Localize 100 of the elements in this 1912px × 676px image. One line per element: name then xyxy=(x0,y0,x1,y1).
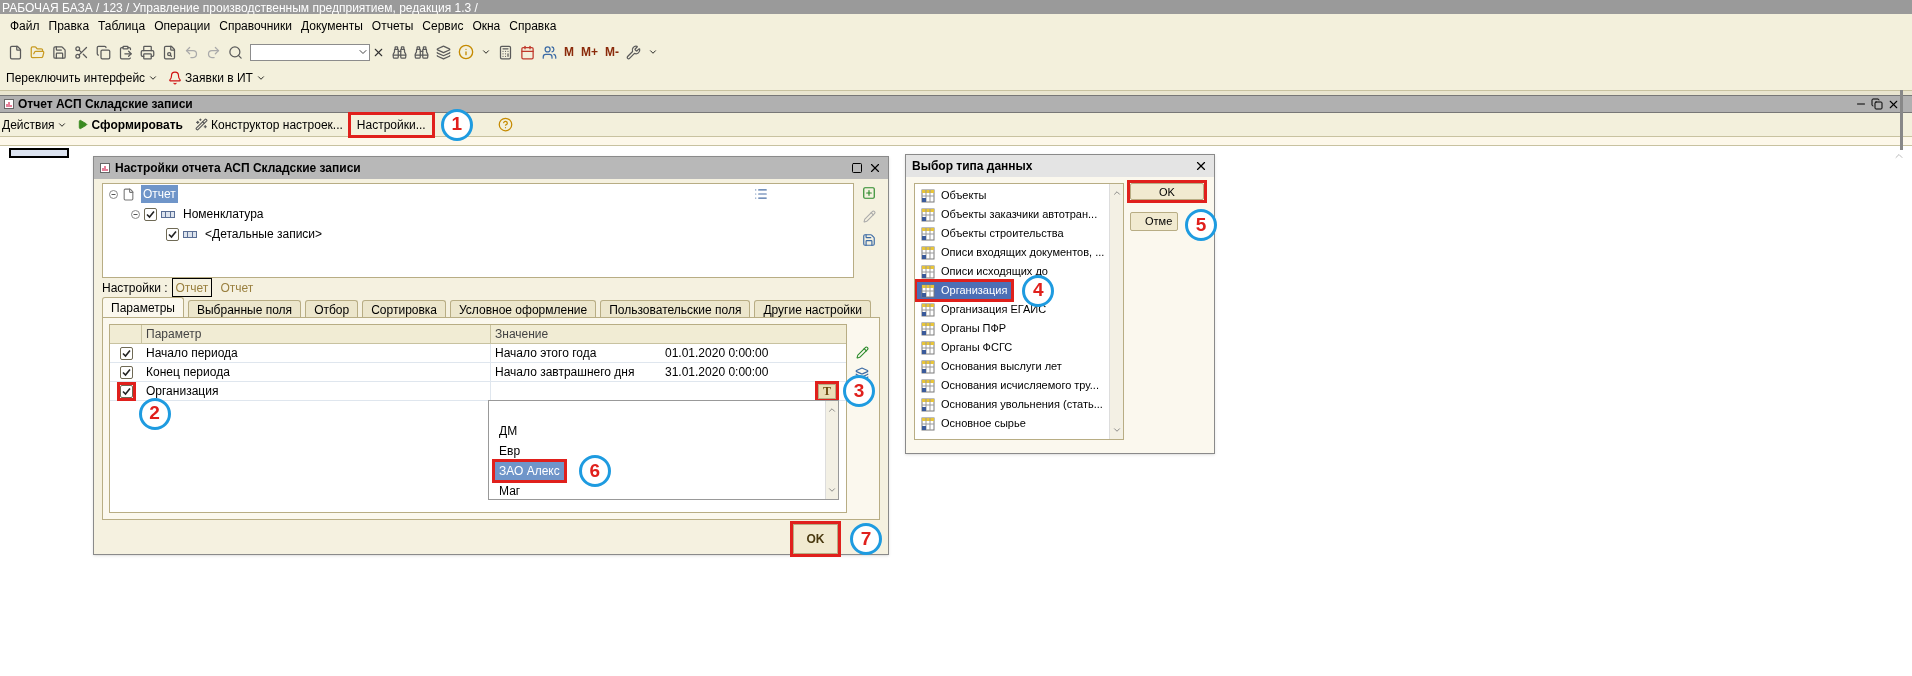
maximize-icon[interactable] xyxy=(851,162,863,174)
users-icon[interactable] xyxy=(542,44,557,60)
tab[interactable]: Выбранные поля xyxy=(187,300,302,317)
menu-item[interactable]: Документы xyxy=(300,17,363,35)
tab[interactable]: Пользовательские поля xyxy=(600,300,751,317)
catalog-icon xyxy=(921,397,935,412)
table-cell-text: Начало этого года xyxy=(495,345,597,362)
actions-menu[interactable]: Действия xyxy=(2,115,67,134)
save-icon[interactable] xyxy=(52,44,67,60)
tree-item[interactable]: <Детальные записи> xyxy=(203,225,325,243)
settings-button[interactable]: Настройки... xyxy=(350,114,432,135)
variants-label: Настройки : xyxy=(102,279,168,297)
catalog-icon xyxy=(921,264,935,279)
table-cell-text: 01.01.2020 0:00:00 xyxy=(665,345,769,362)
caret-icon[interactable] xyxy=(648,47,658,57)
tree-item[interactable]: Номенклатура xyxy=(181,205,266,223)
type-item[interactable]: Основания увольнения (стать... xyxy=(917,396,1107,413)
printer-icon[interactable] xyxy=(140,44,155,60)
help-icon[interactable] xyxy=(497,117,513,132)
menu-item[interactable]: Справка xyxy=(509,17,557,35)
constructor-button[interactable]: Конструктор настроек... xyxy=(193,115,345,134)
highlight-frame xyxy=(790,521,841,557)
catalog-icon xyxy=(921,321,935,336)
new-file-icon[interactable] xyxy=(8,44,23,60)
dialog-title: Выбор типа данных xyxy=(912,158,1034,175)
scissors-icon[interactable] xyxy=(74,44,89,60)
dropdown-option[interactable]: Евр xyxy=(495,442,525,460)
calendar-icon[interactable] xyxy=(520,44,535,60)
generate-button[interactable]: Сформировать xyxy=(72,115,187,134)
list-icon[interactable] xyxy=(754,187,768,201)
search-field[interactable] xyxy=(250,43,370,61)
ok-button[interactable]: OK xyxy=(1130,183,1204,200)
cell-marker xyxy=(9,148,69,158)
type-item[interactable]: Описи входящих документов, ... xyxy=(917,244,1109,261)
highlight-frame xyxy=(116,381,136,401)
menu-item[interactable]: Файл xyxy=(10,17,40,35)
type-item[interactable]: Организация xyxy=(917,282,1012,299)
bell-icon xyxy=(168,71,183,85)
menu-item[interactable]: Отчеты xyxy=(371,17,414,35)
collapse-icon[interactable] xyxy=(109,189,118,199)
column-header: Параметр xyxy=(146,326,202,343)
type-item[interactable]: Основное сырье xyxy=(917,415,1030,432)
pencil-icon[interactable] xyxy=(855,346,869,359)
close-icon[interactable] xyxy=(868,161,882,175)
tab[interactable]: Сортировка xyxy=(362,300,447,317)
memory-button[interactable]: M+ xyxy=(581,43,598,61)
catalog-icon xyxy=(921,245,935,260)
table-cell-text: 31.01.2020 0:00:00 xyxy=(665,364,769,381)
caret-icon[interactable] xyxy=(481,47,491,57)
dialog-title: Настройки отчета АСП Складские записи xyxy=(115,160,362,177)
menu-item[interactable]: Справочники xyxy=(219,17,292,35)
search-icon[interactable] xyxy=(228,44,243,60)
copy-icon[interactable] xyxy=(96,44,111,60)
type-item[interactable]: Органы ФСГС xyxy=(917,339,1017,356)
collapse-icon[interactable] xyxy=(131,209,140,219)
catalog-icon xyxy=(921,378,935,393)
tab[interactable]: Параметры xyxy=(102,297,184,317)
interface-button[interactable]: Переключить интерфейс xyxy=(6,69,159,87)
field-icon xyxy=(183,230,197,238)
ok-button[interactable]: OK xyxy=(793,524,838,554)
tab[interactable]: Другие настройки xyxy=(754,300,871,317)
type-item[interactable]: Основания выслуги лет xyxy=(917,358,1066,375)
step-marker: 3 xyxy=(843,375,875,407)
checkbox[interactable] xyxy=(144,207,157,221)
dropdown-option[interactable]: Маг xyxy=(495,482,525,500)
info-icon[interactable] xyxy=(458,44,474,60)
tab[interactable]: Отбор xyxy=(305,300,359,317)
memory-button[interactable]: M xyxy=(564,43,574,61)
step-marker: 7 xyxy=(850,523,882,555)
menu-item[interactable]: Таблица xyxy=(98,17,146,35)
checkbox[interactable] xyxy=(119,365,133,379)
menu-item[interactable]: Операции xyxy=(154,17,211,35)
table-cell-text: Конец периода xyxy=(146,364,230,381)
memory-button[interactable]: M- xyxy=(605,43,619,61)
menu-item[interactable]: Сервис xyxy=(422,17,464,35)
calculator-icon[interactable] xyxy=(498,44,513,60)
checkbox[interactable] xyxy=(119,346,133,360)
close-icon[interactable] xyxy=(1194,159,1208,173)
cancel-button[interactable]: Отме xyxy=(1130,212,1178,231)
checkbox[interactable] xyxy=(166,227,179,241)
tab[interactable]: Условное оформление xyxy=(450,300,597,317)
type-item[interactable]: Органы ПФР xyxy=(917,320,1011,337)
menu-item[interactable]: Окна xyxy=(472,17,501,35)
type-item[interactable]: Объекты заказчики автотран... xyxy=(917,206,1102,223)
report-icon xyxy=(100,163,110,173)
preview-icon[interactable] xyxy=(162,44,177,60)
type-item[interactable]: Объекты xyxy=(917,187,991,204)
caret-icon xyxy=(148,73,159,83)
paste-icon[interactable] xyxy=(118,44,133,60)
type-item[interactable]: Объекты строительства xyxy=(917,225,1068,242)
restore-icon[interactable] xyxy=(1871,98,1883,110)
step-marker: 5 xyxy=(1185,209,1217,241)
type-item[interactable]: Основания исчисляемого тру... xyxy=(917,377,1103,394)
add-icon[interactable] xyxy=(862,186,876,200)
interface-button[interactable]: Заявки в ИТ xyxy=(168,69,266,87)
menu-item[interactable]: Правка xyxy=(48,17,90,35)
dropdown-option[interactable]: ДМ xyxy=(495,422,522,440)
table-cell-text: Начало завтрашнего дня xyxy=(495,364,635,381)
save-icon[interactable] xyxy=(862,233,876,247)
tools-icon[interactable] xyxy=(626,44,641,60)
